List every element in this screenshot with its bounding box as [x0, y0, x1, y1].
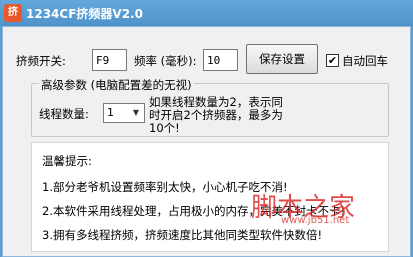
watermark-url: www.jb51.net [281, 215, 350, 226]
client-area: 挤频开关: 频率 (毫秒): 保存设置 ✔ 自动回车 高级参数 (电脑配置差的无… [2, 26, 411, 257]
title-bar[interactable]: 挤 1234CF挤频器V2.0 [0, 0, 413, 26]
window-title: 1234CF挤频器V2.0 [26, 7, 143, 21]
app-icon: 挤 [4, 4, 22, 22]
save-settings-button[interactable]: 保存设置 [246, 44, 318, 74]
auto-enter-checkbox[interactable]: ✔ [326, 54, 339, 67]
tip-item: 3.拥有多线程挤频，挤频速度比其他同类型软件快数倍! [42, 228, 323, 242]
threads-note: 如果线程数量为2，表示同时开启2个挤频器，最多为10个! [149, 95, 283, 135]
switch-hotkey-input[interactable] [92, 49, 127, 71]
auto-enter-label: 自动回车 [342, 54, 388, 68]
threads-select[interactable]: 1 ▼ [103, 103, 145, 123]
frequency-label: 频率 (毫秒): [134, 54, 197, 68]
chevron-down-icon[interactable]: ▼ [130, 106, 142, 120]
threads-label: 线程数量: [39, 107, 89, 121]
frequency-input[interactable] [203, 49, 238, 71]
threads-select-value: 1 [107, 106, 114, 119]
switch-label: 挤频开关: [16, 54, 66, 68]
tips-title: 温馨提示: [42, 154, 92, 168]
app-window: 挤 1234CF挤频器V2.0 挤频开关: 频率 (毫秒): 保存设置 ✔ 自动… [0, 0, 413, 257]
advanced-group-label: 高级参数 (电脑配置差的无视) [39, 77, 194, 93]
